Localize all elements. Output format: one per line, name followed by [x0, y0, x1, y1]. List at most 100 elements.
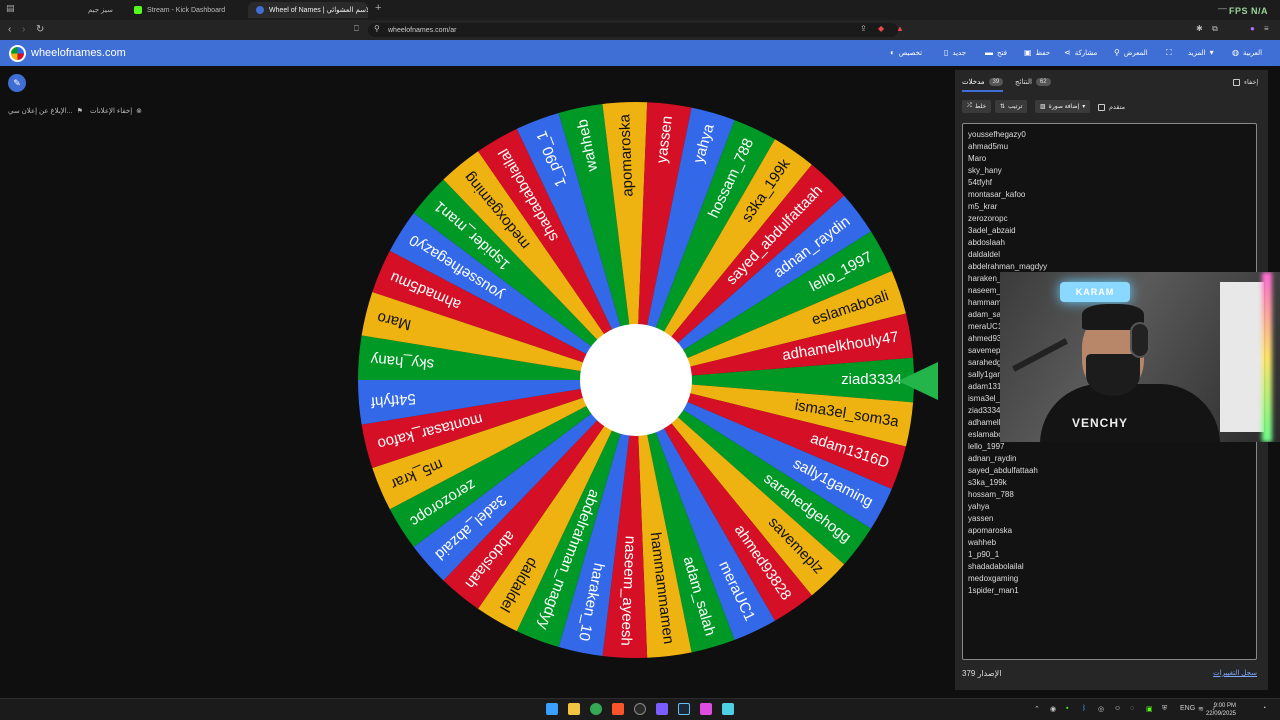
wheel-svg[interactable]: ziad3334isma3el_som3aadam1316Dsally1gami…	[356, 100, 916, 660]
hide-checkbox-label: إخفاء	[1244, 79, 1259, 86]
tab-1[interactable]: سيز جيم	[80, 2, 132, 18]
advanced-checkbox-box[interactable]	[1098, 103, 1105, 111]
tray-bluetooth-icon[interactable]: ᛒ	[1082, 705, 1086, 712]
tab-entries[interactable]: مدخلات 39	[962, 78, 1004, 92]
add-image-button[interactable]: ▨ إضافة صورة ▾	[1035, 100, 1091, 113]
language-indicator[interactable]: ENG	[1180, 705, 1195, 712]
menu-save[interactable]: ▣ حفظ	[1024, 48, 1050, 57]
menu-language[interactable]: ◍ العربية	[1232, 48, 1262, 57]
tab-entries-label: مدخلات	[962, 79, 985, 86]
file-explorer-icon[interactable]	[568, 703, 580, 715]
tab-1-label: سيز جيم	[88, 7, 113, 14]
system-clock[interactable]: 9:00 PM 22/09/2025	[1206, 702, 1236, 718]
tray-obs-icon[interactable]: ◎	[1098, 705, 1104, 713]
brave-shield-icon[interactable]: ◆	[878, 24, 884, 33]
entry-line: abdoslaah	[968, 238, 1005, 247]
steam-icon[interactable]	[678, 703, 690, 715]
shirt-text: VENCHY	[1072, 416, 1129, 430]
tray-security-icon[interactable]: ⛨	[1162, 705, 1167, 713]
entry-line: Maro	[968, 154, 987, 163]
wifi-icon[interactable]: ≋	[1198, 705, 1204, 713]
notepad-icon[interactable]	[722, 703, 734, 715]
tray-network-icon[interactable]: ◌	[1130, 705, 1134, 712]
entry-line: lello_1997	[968, 442, 1005, 451]
tray-steam-icon[interactable]: ◉	[1050, 705, 1056, 713]
name-wheel[interactable]: ziad3334 isma3el_som3a adam1316D sally1gami…	[356, 100, 916, 660]
microphone-arm	[1012, 338, 1068, 372]
tab-3[interactable]: Wheel of Names | الاسم العشوائي ×	[248, 2, 368, 18]
forward-icon[interactable]: ›	[22, 24, 25, 35]
hide-checkbox-box[interactable]	[1233, 78, 1240, 86]
profile-icon[interactable]: ●	[1250, 24, 1255, 33]
advanced-checkbox[interactable]: متقدم	[1098, 103, 1125, 111]
menu-share-label: مشاركة	[1074, 49, 1098, 57]
rgb-light	[1262, 272, 1272, 442]
entry-line: zerozoropc	[968, 214, 1008, 223]
edit-wheel-button[interactable]: ✎	[8, 74, 26, 92]
share-page-icon[interactable]: ⇪	[860, 24, 867, 33]
wheel-segment-label: apomaroska	[616, 113, 636, 197]
new-tab-button[interactable]: +	[375, 2, 381, 14]
discord-icon[interactable]	[656, 703, 668, 715]
shuffle-button[interactable]: ⤮ خلط	[962, 100, 992, 113]
entry-line: sayed_abdulfattaah	[968, 466, 1038, 475]
extensions-icon[interactable]: ✱	[1196, 24, 1203, 33]
tab-results[interactable]: النتائج 62	[1015, 78, 1051, 86]
browser-tab-strip: ▤ سيز جيم Stream - Kick Dashboard Wheel …	[0, 0, 1280, 20]
sort-button[interactable]: ⇅ ترتيب	[995, 100, 1028, 113]
brave-icon[interactable]	[612, 703, 624, 715]
brand-title[interactable]: wheelofnames.com	[31, 47, 126, 59]
version-text: 379 الإصدار	[962, 669, 1002, 678]
puzzle-icon[interactable]: ⧉	[1212, 24, 1218, 34]
menu-fullscreen[interactable]: ⛶	[1166, 48, 1172, 58]
menu-language-label: العربية	[1242, 49, 1263, 57]
sort-icon: ⇅	[1000, 104, 1006, 110]
report-ad-link[interactable]: الإبلاغ عن إعلان سي... ⚑	[8, 107, 83, 115]
browser-taskbar-icon[interactable]	[700, 703, 712, 715]
tray-arrow-icon[interactable]: ⌃	[1034, 705, 1040, 713]
sort-label: ترتيب	[1008, 104, 1023, 110]
site-info-icon[interactable]: ⚲	[374, 24, 380, 33]
browser-menu-icon[interactable]: ▤	[6, 3, 15, 14]
url-bar[interactable]: wheelofnames.com/ar	[368, 23, 898, 37]
wheel-logo-icon[interactable]	[9, 45, 26, 62]
save-icon: ▣	[1024, 48, 1032, 57]
menu-customize[interactable]: ◐ تخصيص	[890, 48, 922, 57]
add-image-label: إضافة صورة	[1048, 104, 1080, 110]
entry-line: m5_krar	[968, 202, 998, 211]
minimize-icon[interactable]: —	[1218, 3, 1227, 13]
windows-start-icon[interactable]	[546, 703, 558, 715]
entries-count-badge: 39	[988, 78, 1004, 86]
hide-checkbox[interactable]: إخفاء	[1233, 78, 1258, 86]
tray-kick-icon[interactable]: ▪	[1066, 705, 1068, 712]
streamer-beard	[1086, 354, 1140, 396]
entry-line: 3adel_abzaid	[968, 226, 1016, 235]
menu-share[interactable]: ⋖ مشاركة	[1064, 48, 1097, 57]
obs-icon[interactable]	[634, 703, 646, 715]
notification-bell-icon[interactable]: ◔	[1262, 705, 1266, 712]
new-file-icon: ▯	[944, 48, 949, 57]
menu-gallery[interactable]: ⚲ المعرض	[1114, 48, 1148, 57]
entry-line: s3ka_199k	[968, 478, 1007, 487]
tray-discord-icon[interactable]: ☺	[1114, 705, 1121, 712]
fps-counter: FPS N/A	[1228, 6, 1268, 16]
tab-2[interactable]: Stream - Kick Dashboard	[126, 2, 246, 18]
menu-more[interactable]: المزيد ▾	[1188, 48, 1214, 57]
hide-ads-link[interactable]: إخفاء الإعلانات ⊗	[90, 107, 142, 115]
flag-icon: ⚑	[76, 108, 83, 115]
chrome-icon[interactable]	[590, 703, 602, 715]
bookmark-icon[interactable]: ⎕	[354, 24, 359, 34]
entry-line: yassen	[968, 514, 994, 523]
search-icon: ⚲	[1114, 48, 1120, 57]
back-icon[interactable]: ‹	[8, 24, 11, 35]
wheel-center-hub[interactable]	[580, 324, 692, 436]
wheel-segment-label: ziad3334	[841, 371, 902, 388]
brave-rewards-icon[interactable]: ▲	[896, 24, 904, 33]
changelog-link[interactable]: سجل التغييرات	[1213, 669, 1257, 677]
reload-icon[interactable]: ↻	[36, 24, 44, 35]
tray-nvidia-icon[interactable]: ▣	[1146, 705, 1153, 713]
menu-new[interactable]: ▯ جديد	[944, 48, 966, 57]
tab-results-label: النتائج	[1015, 79, 1032, 86]
browser-menu-lines-icon[interactable]: ≡	[1264, 24, 1269, 33]
menu-open[interactable]: ▬ فتح	[985, 48, 1007, 57]
